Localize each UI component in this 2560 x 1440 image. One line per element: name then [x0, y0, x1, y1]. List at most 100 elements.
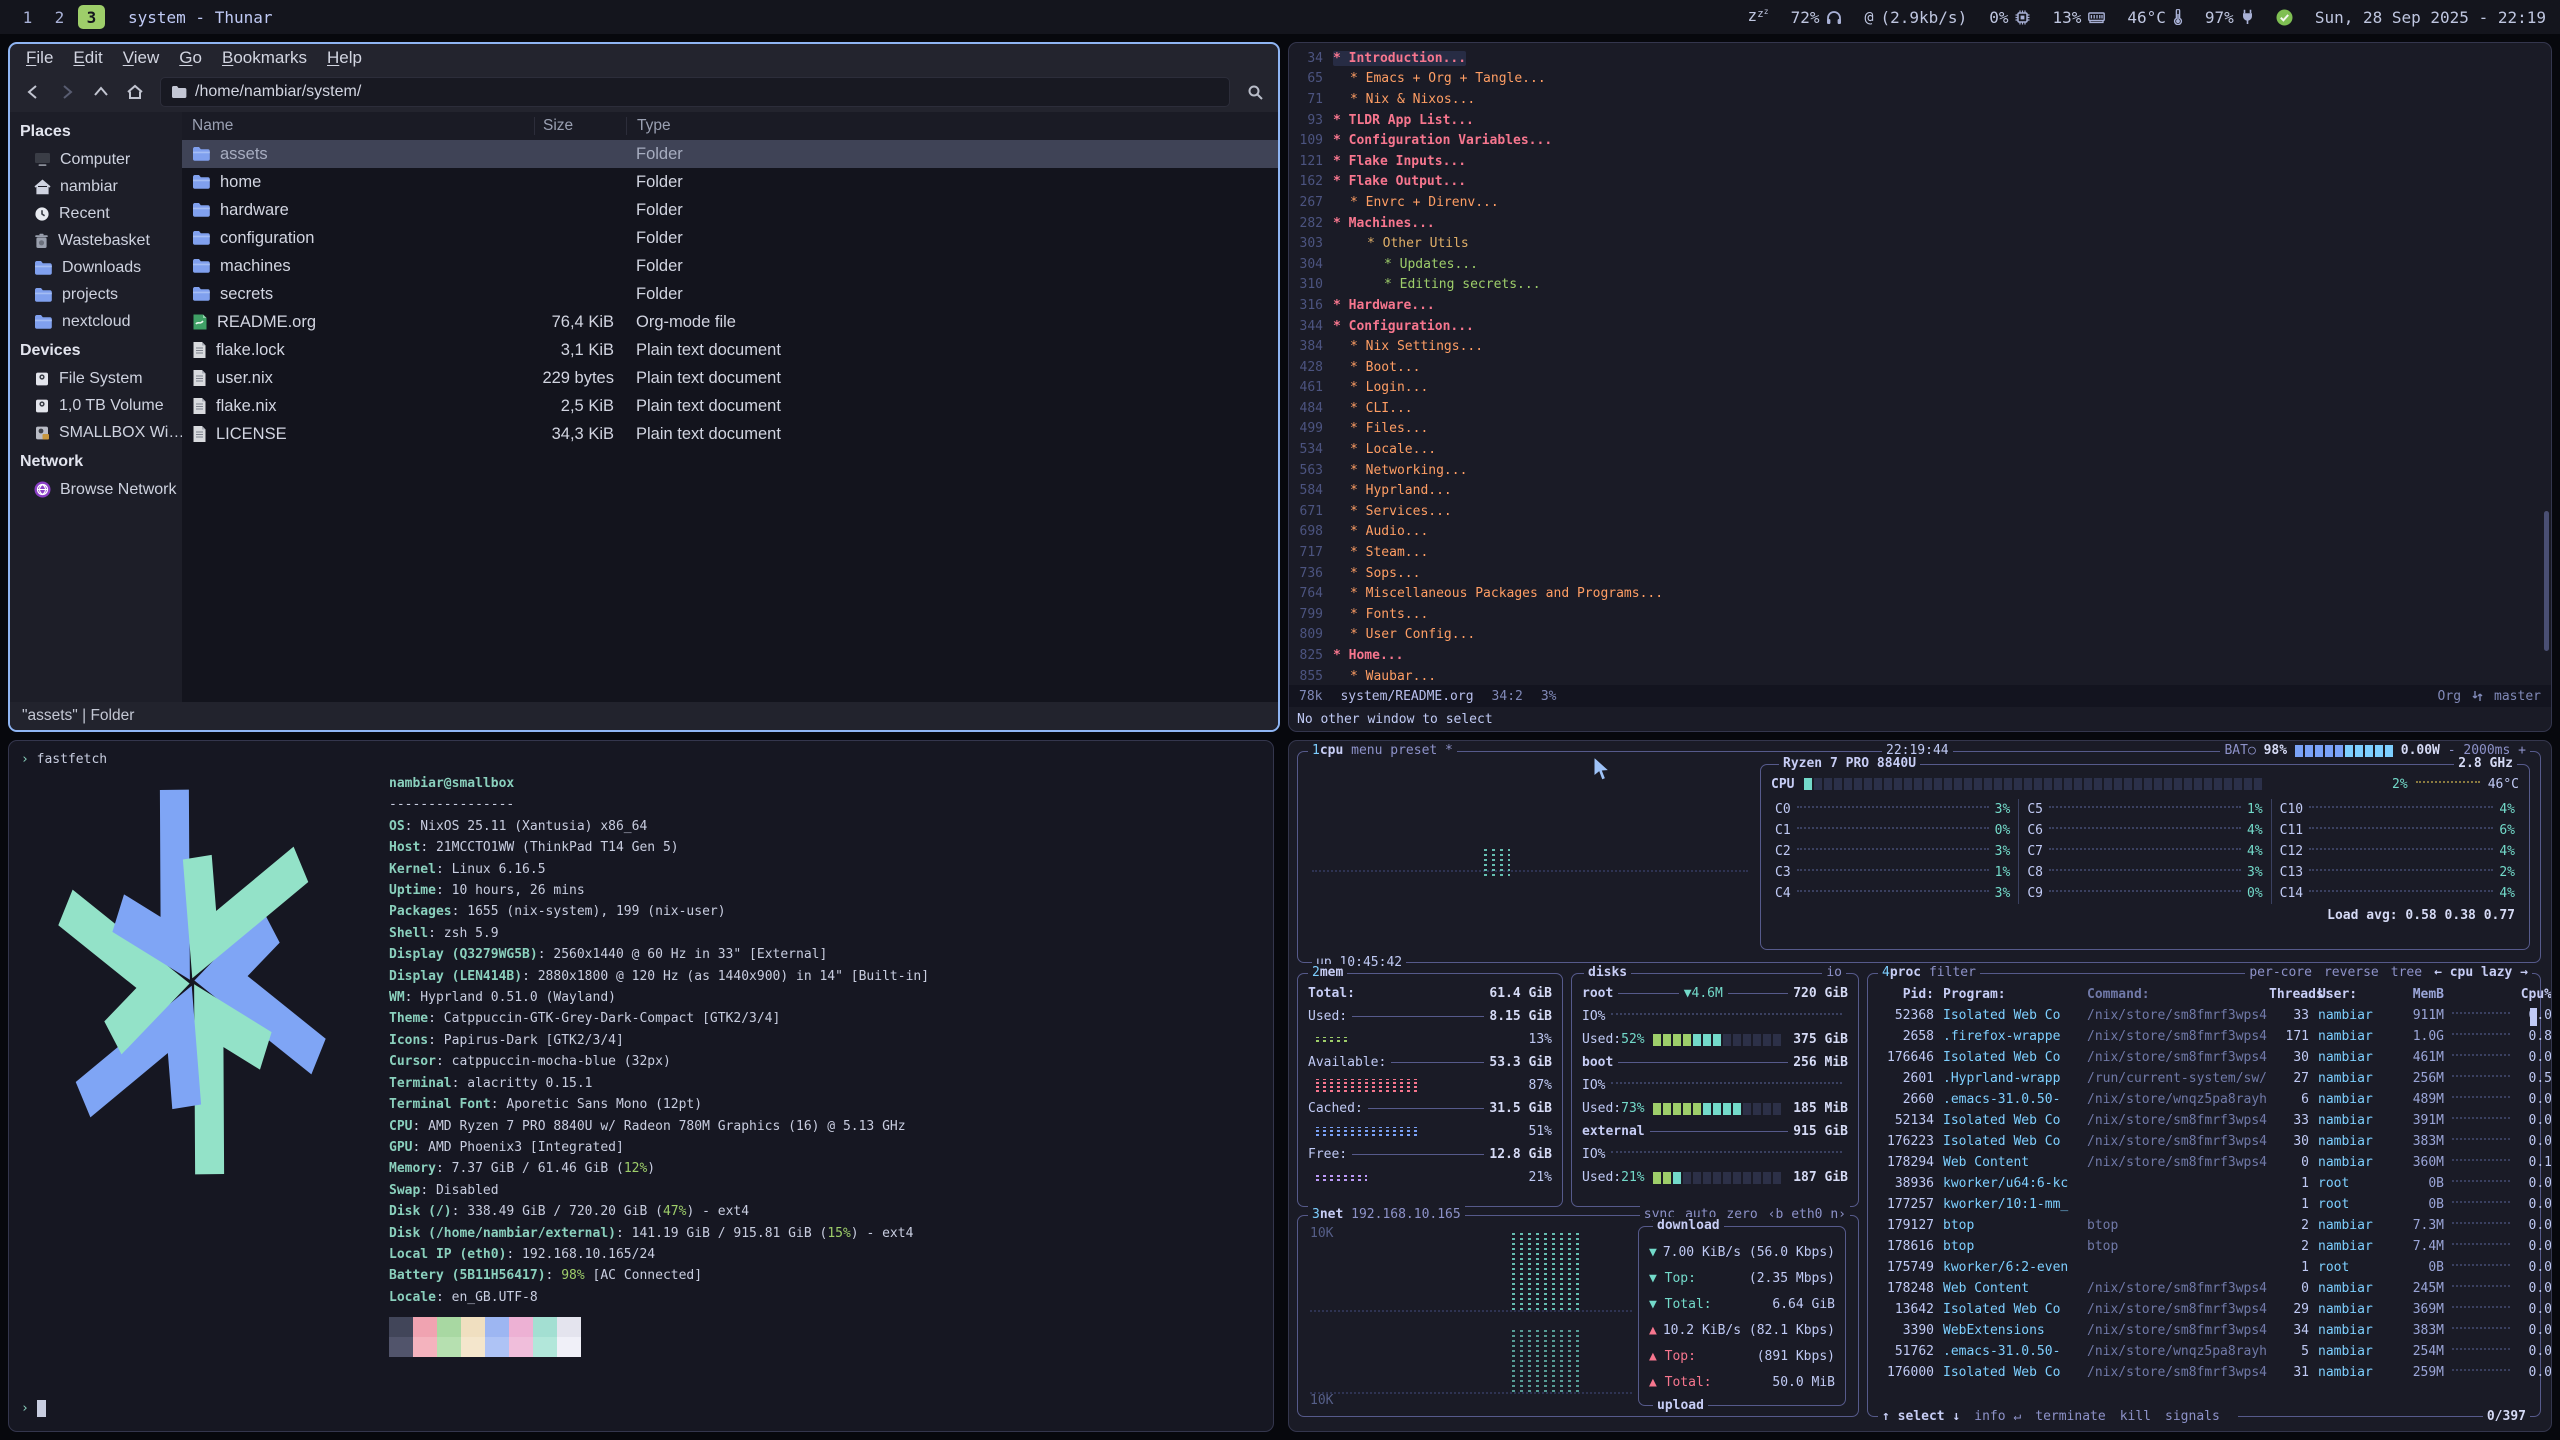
shell-prompt[interactable]: ›: [21, 1398, 46, 1419]
process-command: /nix/store/sm8fmrf3wps4: [2087, 1365, 2269, 1380]
forward-button[interactable]: [52, 78, 82, 106]
net-interface[interactable]: ‹b eth0 n›: [1768, 1207, 1846, 1222]
process-row[interactable]: 177257kworker/10:1-mm_1root0B0.0: [1868, 1194, 2540, 1215]
proc-action-kill[interactable]: kill: [2120, 1409, 2151, 1424]
search-button[interactable]: [1240, 78, 1270, 106]
module-cpu[interactable]: 0%: [1989, 8, 2030, 27]
module-volume[interactable]: 72%: [1791, 8, 1843, 27]
sidebar-item-browse-network[interactable]: Browse Network: [10, 476, 182, 503]
process-row[interactable]: 2658.firefox-wrappe/nix/store/sm8fmrf3wp…: [1868, 1026, 2540, 1047]
scrollbar-thumb[interactable]: [2544, 511, 2549, 651]
module-temperature[interactable]: 46°C: [2127, 8, 2183, 27]
proc-action--select-[interactable]: ↑ select ↓: [1882, 1409, 1960, 1424]
process-row[interactable]: 178248Web Content/nix/store/sm8fmrf3wps4…: [1868, 1278, 2540, 1299]
sidebar-item-nambiar[interactable]: nambiar: [10, 173, 182, 200]
menu-item-view[interactable]: View: [113, 46, 170, 70]
sidebar-item-file-system[interactable]: File System: [10, 365, 182, 392]
table-row[interactable]: hardwareFolder: [182, 196, 1278, 224]
proc-action-terminate[interactable]: terminate: [2035, 1409, 2105, 1424]
sidebar-item-projects[interactable]: projects: [10, 281, 182, 308]
table-row[interactable]: flake.nix2,5 KiBPlain text document: [182, 392, 1278, 420]
org-heading-line: 282* Machines...: [1289, 213, 2551, 234]
process-row[interactable]: 3390WebExtensions/nix/store/sm8fmrf3wps4…: [1868, 1320, 2540, 1341]
menu-item-go[interactable]: Go: [169, 46, 212, 70]
net-option-zero[interactable]: zero: [1726, 1207, 1757, 1222]
process-row[interactable]: 178616btopbtop2nambiar7.4M0.0: [1868, 1236, 2540, 1257]
proc-box-title[interactable]: 4proc filter: [1878, 964, 1980, 982]
proc-header-row[interactable]: Pid:Program:Command:Threads:User:MemBCpu…: [1868, 984, 2540, 1005]
proc-option-per-core[interactable]: per-core: [2249, 965, 2312, 980]
process-row[interactable]: 178294Web Content/nix/store/sm8fmrf3wps4…: [1868, 1152, 2540, 1173]
mem-box-title[interactable]: 2mem: [1308, 964, 1347, 982]
process-row[interactable]: 175749kworker/6:2-even1root0B0.0: [1868, 1257, 2540, 1278]
disks-box-title[interactable]: disks: [1588, 965, 1627, 980]
process-row[interactable]: 52368Isolated Web Co/nix/store/sm8fmrf3w…: [1868, 1005, 2540, 1026]
module-status-ok[interactable]: [2276, 9, 2293, 26]
module-battery[interactable]: 97%: [2205, 8, 2254, 27]
workspace-button-2[interactable]: 2: [46, 5, 73, 29]
proc-footer[interactable]: ↑ select ↓ info ↵ terminate kill signals: [1878, 1408, 2238, 1426]
menu-item-edit[interactable]: Edit: [63, 46, 112, 70]
process-program: .firefox-wrappe: [1934, 1029, 2087, 1044]
table-row[interactable]: homeFolder: [182, 168, 1278, 196]
process-row[interactable]: 176000Isolated Web Co/nix/store/sm8fmrf3…: [1868, 1362, 2540, 1383]
process-mem: 7.4M: [2396, 1239, 2444, 1254]
info-value: : Aporetic Sans Mono (12pt): [491, 1097, 702, 1112]
proc-scrollbar-thumb[interactable]: [2530, 1008, 2537, 1026]
process-row[interactable]: 176646Isolated Web Co/nix/store/sm8fmrf3…: [1868, 1047, 2540, 1068]
workspace-switcher[interactable]: 123: [14, 5, 110, 29]
process-row[interactable]: 38936kworker/u64:6-kc1root0B0.0: [1868, 1173, 2540, 1194]
table-row[interactable]: machinesFolder: [182, 252, 1278, 280]
proc-action-signals[interactable]: signals: [2165, 1409, 2220, 1424]
menu-item-file[interactable]: File: [16, 46, 63, 70]
module-memory[interactable]: 13%: [2052, 8, 2105, 27]
table-row[interactable]: flake.lock3,1 KiBPlain text document: [182, 336, 1278, 364]
sidebar-item-smallbox-wi-[interactable]: SMALLBOX Wi…: [10, 419, 182, 446]
process-row[interactable]: 2660.emacs-31.0.50-/nix/store/wnqz5pa8ra…: [1868, 1089, 2540, 1110]
home-button[interactable]: [120, 78, 150, 106]
process-row[interactable]: 13642Isolated Web Co/nix/store/sm8fmrf3w…: [1868, 1299, 2540, 1320]
io-mode-toggle[interactable]: io: [1826, 965, 1842, 980]
column-header-name[interactable]: Name: [182, 117, 534, 135]
process-row[interactable]: 2601.Hyprland-wrapp/run/current-system/s…: [1868, 1068, 2540, 1089]
proc-action-info-[interactable]: info ↵: [1974, 1409, 2021, 1424]
table-row[interactable]: secretsFolder: [182, 280, 1278, 308]
info-key: Swap: [389, 1183, 420, 1198]
net-box-title[interactable]: 3net 192.168.10.165: [1308, 1206, 1465, 1224]
up-button[interactable]: [86, 78, 116, 106]
sidebar-item-recent[interactable]: Recent: [10, 200, 182, 227]
sidebar-item-downloads[interactable]: Downloads: [10, 254, 182, 281]
process-row[interactable]: 176223Isolated Web Co/nix/store/sm8fmrf3…: [1868, 1131, 2540, 1152]
table-row[interactable]: assetsFolder: [182, 140, 1278, 168]
disk-size: 256 MiB: [1793, 1055, 1848, 1070]
process-row[interactable]: 51762.emacs-31.0.50-/nix/store/wnqz5pa8r…: [1868, 1341, 2540, 1362]
sidebar-item-computer[interactable]: Computer: [10, 146, 182, 173]
column-header-type[interactable]: Type: [626, 117, 1278, 135]
module-network[interactable]: @(2.9kb/s): [1864, 8, 1967, 27]
sidebar-item-1-0-tb-volume[interactable]: 1,0 TB Volume: [10, 392, 182, 419]
table-row[interactable]: LICENSE34,3 KiBPlain text document: [182, 420, 1278, 448]
module-clock[interactable]: Sun, 28 Sep 2025 - 22:19: [2315, 8, 2546, 27]
path-entry[interactable]: /home/nambiar/system/: [160, 77, 1230, 107]
back-button[interactable]: [18, 78, 48, 106]
table-row[interactable]: user.nix229 bytesPlain text document: [182, 364, 1278, 392]
process-row[interactable]: 179127btopbtop2nambiar7.3M0.0: [1868, 1215, 2540, 1236]
workspace-button-3[interactable]: 3: [78, 5, 105, 29]
proc-option-tree[interactable]: tree: [2391, 965, 2422, 980]
sidebar-item-wastebasket[interactable]: Wastebasket: [10, 227, 182, 254]
sidebar-item-nextcloud[interactable]: nextcloud: [10, 308, 182, 335]
column-header-size[interactable]: Size: [534, 117, 626, 135]
cpu-box-title[interactable]: 1cpu menu preset *: [1308, 742, 1457, 760]
module-idle-inhibitor[interactable]: zzz: [1747, 8, 1768, 27]
table-row[interactable]: README.org76,4 KiBOrg-mode file: [182, 308, 1278, 336]
menu-item-help[interactable]: Help: [317, 46, 372, 70]
menu-item-bookmarks[interactable]: Bookmarks: [212, 46, 317, 70]
fastfetch-info-line: Uptime: 10 hours, 26 mins: [389, 880, 929, 901]
process-row[interactable]: 52134Isolated Web Co/nix/store/sm8fmrf3w…: [1868, 1110, 2540, 1131]
table-row[interactable]: configurationFolder: [182, 224, 1278, 252]
workspace-button-1[interactable]: 1: [14, 5, 41, 29]
proc-sort[interactable]: ← cpu lazy →: [2434, 965, 2528, 980]
proc-options[interactable]: per-core reverse tree ← cpu lazy →: [2245, 964, 2532, 982]
proc-option-reverse[interactable]: reverse: [2324, 965, 2379, 980]
net-upload-row: ▲ Total:50.0 MiB: [1649, 1369, 1835, 1395]
